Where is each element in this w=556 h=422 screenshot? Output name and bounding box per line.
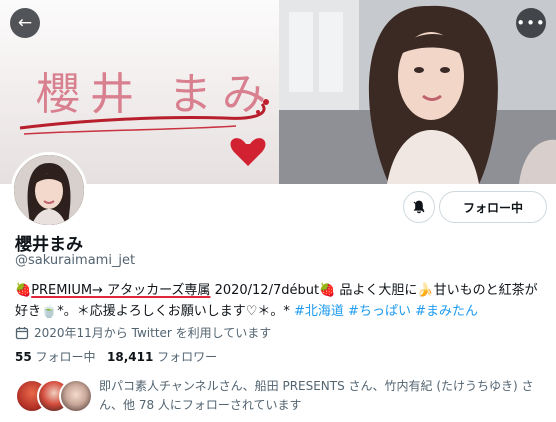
- bio-text: *。＊応援よろしくお願いします♡＊。*: [57, 304, 290, 319]
- more-options-button[interactable]: •••: [516, 8, 546, 38]
- banner-photo: [279, 0, 556, 184]
- profile-avatar[interactable]: [11, 152, 87, 228]
- calendar-icon: [15, 326, 29, 339]
- follower-avatar: [59, 379, 93, 413]
- bio-attackers-text: アタッカーズ専属: [102, 283, 211, 298]
- more-dots-icon: •••: [516, 14, 546, 32]
- back-button[interactable]: ←: [10, 8, 40, 38]
- hashtag-link[interactable]: #まみたん: [415, 304, 478, 319]
- following-label: フォロー中: [35, 350, 96, 364]
- strawberry-emoji: 🍓: [319, 283, 336, 298]
- display-name: 櫻井まみ: [15, 235, 83, 255]
- banana-emoji: 🍌: [417, 283, 434, 298]
- followers-link[interactable]: 18,411 フォロワー: [107, 350, 217, 364]
- profile-bio: 🍓PREMIUM→ アタッカーズ専属 2020/12/7début🍓 品よく大胆…: [15, 280, 545, 322]
- profile-banner[interactable]: 櫻井 まみ ← •••: [0, 0, 556, 184]
- followed-by-avatars[interactable]: [15, 379, 93, 413]
- hashtag-link[interactable]: #北海道: [294, 304, 344, 319]
- bio-debut-text: 2020/12/7début: [210, 283, 320, 298]
- banner-photo-graphic: [279, 0, 556, 184]
- hashtag-link[interactable]: #ちっぱい: [348, 304, 411, 319]
- avatar-photo: [14, 155, 84, 225]
- following-link[interactable]: 55 フォロー中: [15, 350, 96, 364]
- tea-cup-emoji: 🍵: [41, 304, 58, 319]
- follow-counts: 55 フォロー中 18,411 フォロワー: [15, 348, 217, 365]
- following-count: 55: [15, 350, 32, 364]
- followers-label: フォロワー: [157, 350, 218, 364]
- bio-premium-text: PREMIUM→: [31, 283, 103, 298]
- user-handle: @sakuraimami_jet: [15, 253, 136, 268]
- bio-text: 品よく大胆に: [335, 283, 418, 298]
- back-arrow-icon: ←: [17, 13, 33, 33]
- notifications-button[interactable]: [403, 191, 435, 223]
- join-date-text: 2020年11月から Twitter を利用しています: [34, 326, 272, 340]
- following-button[interactable]: フォロー中: [439, 191, 547, 223]
- followed-by-text[interactable]: 即パコ素人チャンネルさん、船田 PRESENTS さん、竹内有紀 (たけうちゆき…: [99, 377, 549, 415]
- strawberry-emoji: 🍓: [15, 283, 32, 298]
- bell-icon: [413, 200, 425, 214]
- join-date: 2020年11月から Twitter を利用しています: [15, 324, 271, 341]
- followers-count: 18,411: [107, 350, 154, 364]
